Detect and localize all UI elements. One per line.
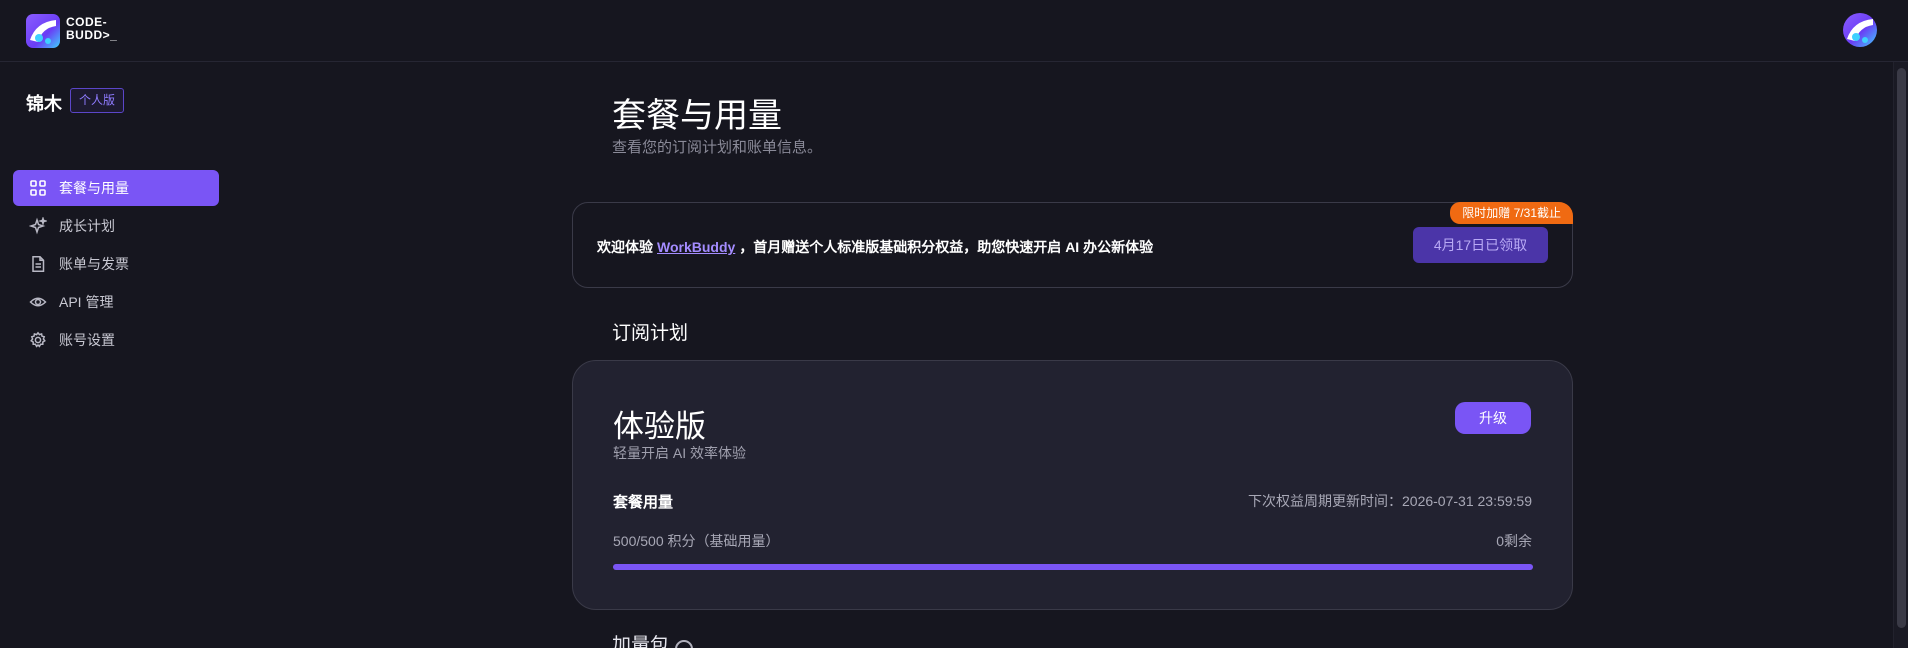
plan-tier-badge: 个人版	[70, 88, 125, 113]
user-avatar[interactable]	[1843, 13, 1877, 47]
usage-label: 套餐用量	[613, 494, 674, 511]
sidebar-item-growth-plan[interactable]: 成长计划	[13, 208, 219, 244]
sidebar-item-account-settings[interactable]: 账号设置	[13, 322, 219, 358]
next-section-partial: 加量包	[612, 634, 732, 648]
sidebar-item-label: 账号设置	[59, 332, 115, 348]
upgrade-button[interactable]: 升级	[1455, 402, 1531, 434]
grid-icon	[30, 180, 46, 196]
sparkle-icon	[29, 217, 47, 235]
help-circle-icon[interactable]	[675, 640, 694, 648]
sidebar-item-label: API 管理	[59, 294, 114, 310]
page-subtitle: 查看您的订阅计划和账单信息。	[612, 139, 823, 156]
usage-count: 500/500 积分（基础用量）	[613, 533, 780, 549]
sidebar-item-label: 成长计划	[59, 218, 115, 234]
page-title: 套餐与用量	[612, 97, 782, 135]
logo-wordmark: CODE- BUDD>_	[66, 15, 118, 42]
plan-description: 轻量开启 AI 效率体验	[613, 445, 747, 461]
promo-text: 欢迎体验 WorkBuddy ，首月赠送个人标准版基础积分权益，助您快速开启 AI …	[597, 239, 1154, 255]
claimed-button[interactable]: 4月17日已领取	[1413, 227, 1548, 263]
remaining-credits: 0剩余	[1496, 533, 1532, 549]
scrollbar-thumb[interactable]	[1897, 68, 1906, 628]
page-scrollbar[interactable]	[1893, 62, 1908, 648]
sidebar-item-api[interactable]: API 管理	[13, 284, 219, 320]
sidebar-item-label: 账单与发票	[59, 256, 129, 272]
usage-progress-fill	[613, 564, 1533, 570]
codebuddy-logo-icon[interactable]	[26, 14, 60, 48]
section-title-subscription: 订阅计划	[612, 323, 689, 344]
sidebar-item-label: 套餐与用量	[59, 180, 129, 196]
promo-ribbon-badge: 限时加赠 7/31截止	[1450, 202, 1573, 224]
usage-progress-bar	[613, 564, 1533, 570]
document-icon	[32, 256, 45, 272]
org-name: 锦木	[26, 94, 62, 114]
sidebar-item-billing[interactable]: 账单与发票	[13, 246, 219, 282]
eye-icon	[29, 297, 47, 307]
sidebar-nav: 套餐与用量 成长计划 账单与发票 API 管理 账号设置	[13, 170, 219, 360]
promo-banner: 欢迎体验 WorkBuddy ，首月赠送个人标准版基础积分权益，助您快速开启 AI …	[572, 202, 1573, 288]
plan-card: 体验版 轻量开启 AI 效率体验 升级 套餐用量 下次权益周期更新时间：2026…	[572, 360, 1573, 610]
sidebar-item-plans-usage[interactable]: 套餐与用量	[13, 170, 219, 206]
workbuddy-link[interactable]: WorkBuddy	[657, 239, 735, 255]
gear-icon	[30, 331, 46, 348]
plan-name: 体验版	[613, 409, 706, 444]
top-bar: CODE- BUDD>_	[0, 0, 1908, 62]
renewal-time: 下次权益周期更新时间：2026-07-31 23:59:59	[1248, 493, 1532, 509]
